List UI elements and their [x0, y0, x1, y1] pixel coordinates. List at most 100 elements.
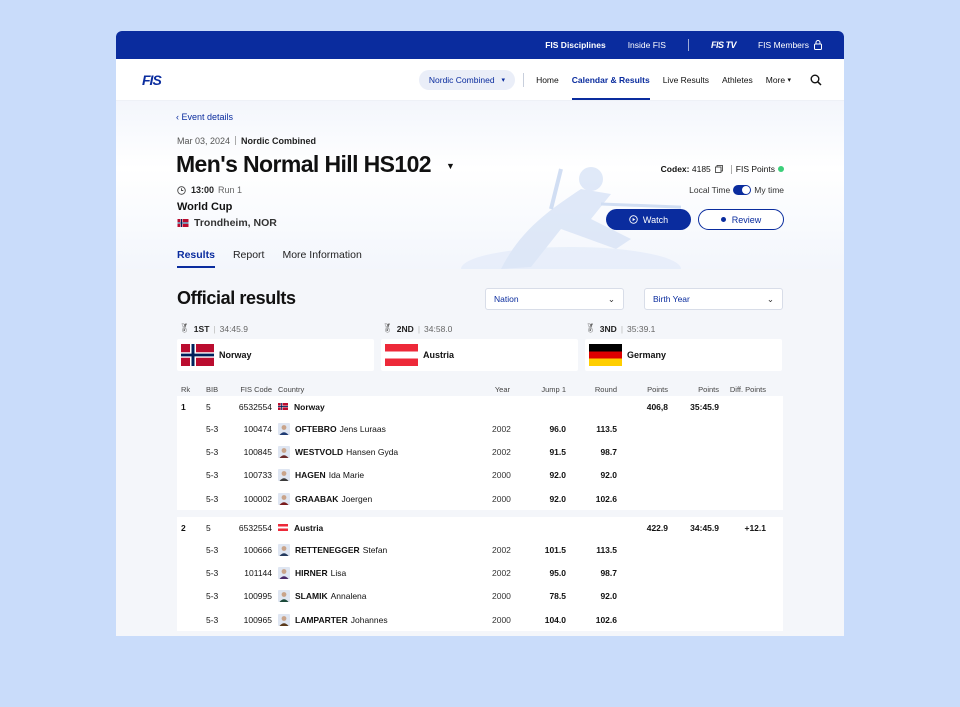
discipline-dropdown[interactable]: Nordic Combined ▾: [418, 69, 516, 90]
podium-country: Norway: [219, 350, 252, 360]
col-jump1[interactable]: Jump 1: [510, 385, 566, 394]
table-row-athlete[interactable]: 5-3 100474 OFTEBRO Jens Luraas 2002 96.0 113.5: [177, 417, 783, 441]
athlete-last-name[interactable]: HIRNER: [295, 568, 328, 578]
tab-report[interactable]: Report: [233, 249, 265, 268]
chevron-down-icon[interactable]: ▼: [446, 161, 455, 171]
back-label: Event details: [181, 112, 234, 122]
fis-logo[interactable]: FIS: [142, 72, 172, 88]
athlete-last-name[interactable]: GRAABAK: [295, 494, 338, 504]
cell-jump1: 92.0: [549, 470, 566, 481]
birth-year-filter[interactable]: Birth Year ⌄: [644, 288, 783, 310]
event-tabs: Results Report More Information: [177, 249, 380, 268]
fis-members-label: FIS Members: [757, 40, 809, 50]
nav-calendar-results[interactable]: Calendar & Results: [571, 59, 650, 100]
athlete-last-name[interactable]: LAMPARTER: [295, 615, 348, 625]
nation-filter[interactable]: Nation ⌄: [485, 288, 624, 310]
tab-results[interactable]: Results: [177, 249, 215, 268]
divider: |: [213, 323, 216, 334]
top-bar: FIS Disciplines Inside FIS FIS TV FIS Me…: [116, 31, 844, 59]
col-points-2[interactable]: Points: [668, 385, 719, 394]
review-button[interactable]: Review: [698, 209, 784, 230]
podium-card-third[interactable]: Germany: [585, 339, 782, 371]
cell-bib: 5-3: [206, 423, 219, 434]
status-dot-icon: [778, 166, 784, 172]
cell-country: Austria: [272, 523, 492, 533]
search-icon[interactable]: [810, 74, 822, 86]
location-label: Trondheim, NOR: [194, 217, 277, 229]
table-row-athlete[interactable]: 5-3 100733 HAGEN Ida Marie 2000 92.0 92.0: [177, 463, 783, 487]
watch-button[interactable]: Watch: [606, 209, 691, 230]
cell-diff: +12.1: [744, 522, 766, 533]
table-row-athlete[interactable]: 5-3 100995 SLAMIK Annalena 2000 78.5 92.0: [177, 584, 783, 609]
podium-second-header: 🏅︎ 2ND | 34:58.0: [382, 323, 452, 334]
col-fis-code[interactable]: FIS Code: [236, 385, 272, 394]
clock-icon: [177, 185, 186, 195]
podium-place: 3ND: [599, 323, 617, 334]
cell-country: Norway: [272, 402, 492, 412]
inside-fis-link[interactable]: Inside FIS: [628, 40, 666, 50]
nav-more[interactable]: More ▾: [766, 59, 791, 100]
time-toggle-switch[interactable]: [733, 185, 752, 195]
norway-flag-icon: [278, 403, 288, 410]
podium-card-second[interactable]: Austria: [381, 339, 578, 371]
cell-round: 102.6: [595, 614, 617, 625]
cell-round: 98.7: [600, 568, 617, 579]
cell-bib: 5: [206, 522, 211, 533]
col-year[interactable]: Year: [492, 385, 510, 394]
nav-home[interactable]: Home: [536, 59, 559, 100]
fis-disciplines-link[interactable]: FIS Disciplines: [545, 40, 605, 50]
table-row-athlete[interactable]: 5-3 100845 WESTVOLD Hansen Gyda 2002 91.5 98.7: [177, 440, 783, 464]
col-bib[interactable]: BIB: [206, 385, 236, 394]
medal-icon: 🏅︎: [585, 323, 596, 333]
cell-jump1: 95.0: [549, 568, 566, 579]
cell-year: 2000: [492, 614, 511, 625]
fis-members-link[interactable]: FIS Members: [758, 40, 822, 50]
col-rk[interactable]: Rk: [177, 385, 206, 394]
nav-live-results[interactable]: Live Results: [663, 59, 709, 100]
back-link[interactable]: ‹ Event details: [176, 112, 233, 122]
record-dot-icon: [720, 217, 726, 222]
athlete-first-name: Annalena: [330, 591, 367, 602]
col-round[interactable]: Round: [566, 385, 617, 394]
athlete-first-name: Johannes: [350, 614, 388, 625]
athlete-last-name[interactable]: OFTEBRO: [295, 424, 337, 434]
podium-time: 34:58.0: [424, 323, 453, 334]
athlete-last-name[interactable]: HAGEN: [295, 470, 326, 480]
table-row-athlete[interactable]: 5-3 100002 GRAABAK Joergen 2000 92.0 102.6: [177, 486, 783, 511]
athlete-first-name: Jens Luraas: [339, 423, 386, 434]
divider: [235, 136, 237, 145]
table-row-athlete[interactable]: 5-3 100666 RETTENEGGER Stefan 2002 101.5 113.5: [177, 538, 783, 562]
table-row-athlete[interactable]: 5-3 100965 LAMPARTER Johannes 2000 104.0 102.6: [177, 608, 783, 632]
chevron-down-icon: ▾: [787, 76, 791, 84]
cell-bib: 5-3: [206, 544, 219, 555]
podium-first-header: 🏅︎ 1ST | 34:45.9: [179, 323, 248, 334]
col-country[interactable]: Country: [272, 385, 492, 394]
table-row-athlete[interactable]: 5-3 101144 HIRNER Lisa 2002 95.0 98.7: [177, 561, 783, 585]
table-row-team[interactable]: 2 5 6532554 Austria 422.9 34:45.9 +12.1: [177, 517, 783, 539]
chevron-down-icon: ▾: [501, 76, 506, 84]
tab-more-information[interactable]: More Information: [282, 249, 361, 268]
austria-flag-icon: [278, 524, 288, 532]
cell-rank: 1: [181, 401, 186, 412]
copy-icon[interactable]: [714, 165, 723, 173]
cell-bib: 5: [206, 401, 211, 412]
athlete-last-name[interactable]: WESTVOLD: [295, 447, 343, 457]
athlete-last-name[interactable]: RETTENEGGER: [295, 545, 360, 555]
podium-card-first[interactable]: Norway: [177, 339, 374, 371]
table-row-team[interactable]: 1 5 6532554 Norway 406,8 35:45.9: [177, 396, 783, 417]
cell-round: 92.0: [600, 591, 617, 602]
athlete-last-name[interactable]: SLAMIK: [295, 591, 328, 601]
cell-bib: 5-3: [206, 493, 219, 504]
cell-round: 113.5: [596, 423, 617, 434]
cell-round: 102.6: [595, 493, 617, 504]
cell-year: 2000: [492, 591, 511, 602]
fis-tv-link[interactable]: FIS TV: [711, 40, 737, 50]
cell-bib: 5-3: [206, 614, 219, 625]
col-diff-points[interactable]: Diff. Points: [719, 385, 770, 394]
cell-athlete: HAGEN Ida Marie: [272, 469, 492, 482]
col-points[interactable]: Points: [617, 385, 668, 394]
time-value: 13:00: [191, 185, 215, 195]
nav-athletes[interactable]: Athletes: [722, 59, 753, 100]
podium-country: Austria: [423, 350, 455, 360]
page-title: Men's Normal Hill HS102: [176, 151, 432, 177]
